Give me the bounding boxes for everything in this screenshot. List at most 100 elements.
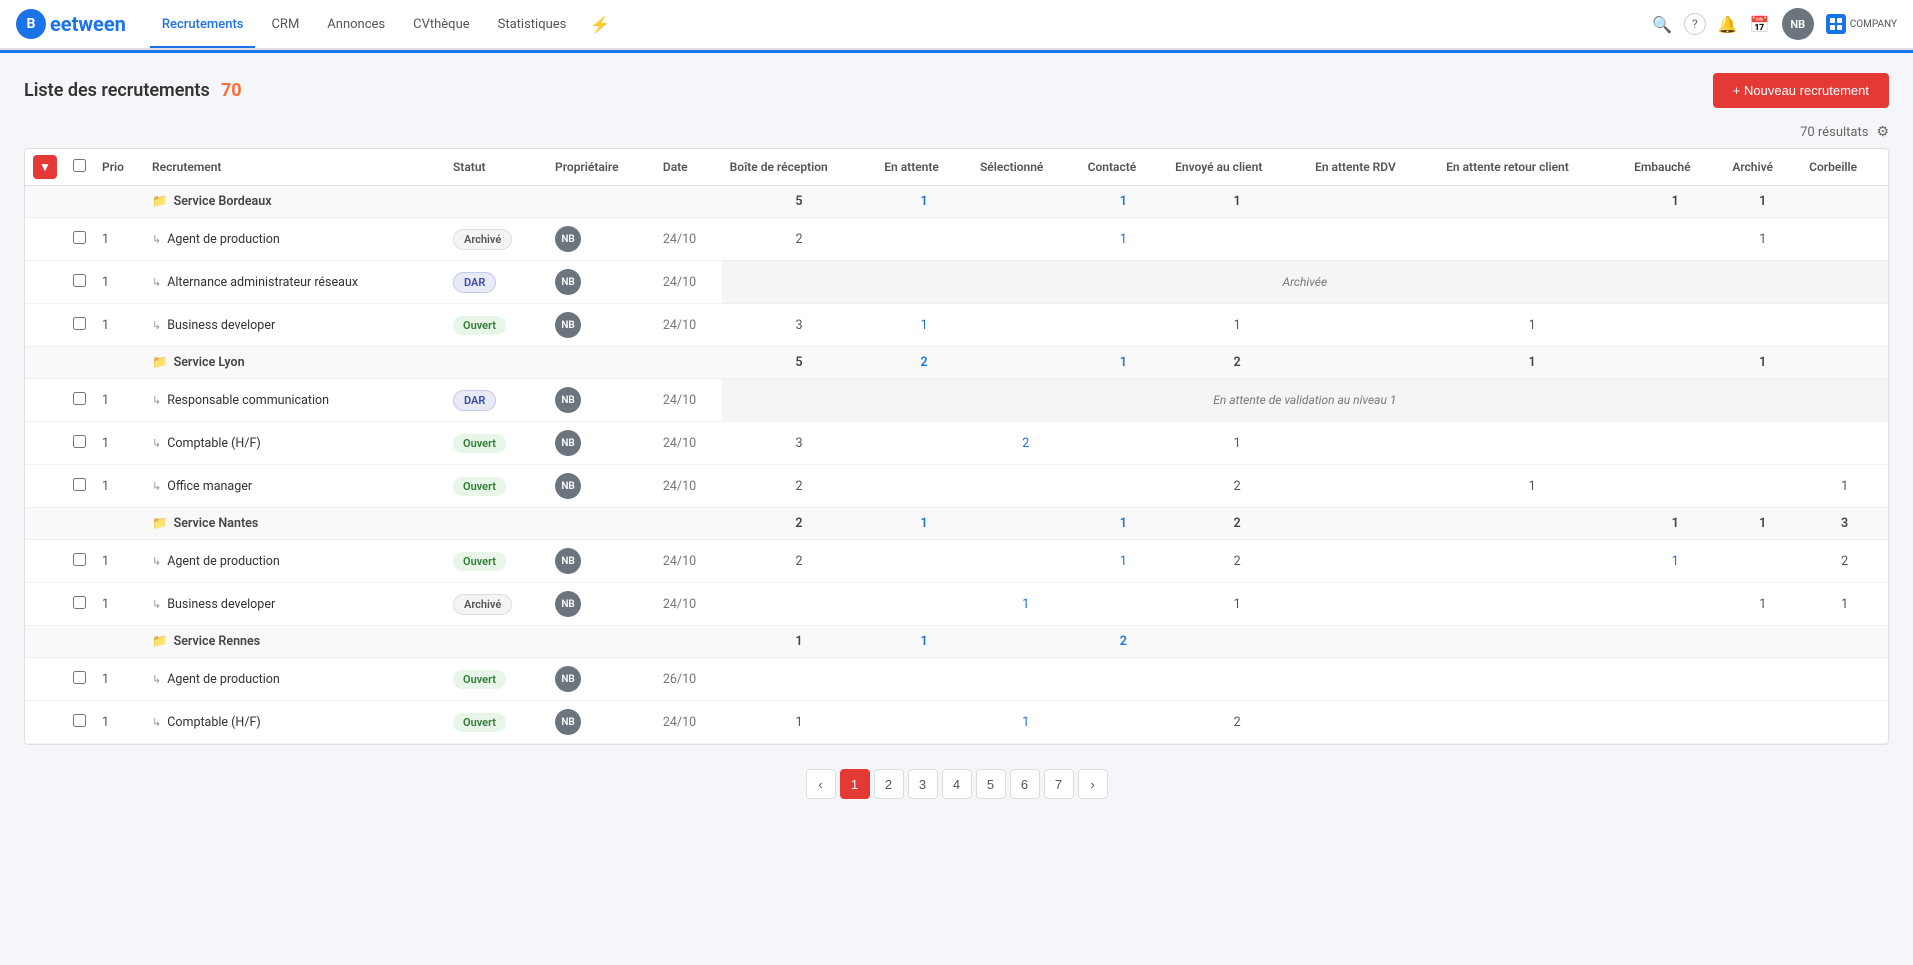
statut-cell: DAR xyxy=(445,261,547,304)
num-cell[interactable]: 1 xyxy=(1080,347,1168,379)
page-5-button[interactable]: 5 xyxy=(976,769,1006,799)
settings-icon[interactable]: ⚙ xyxy=(1876,124,1889,140)
num-cell xyxy=(1724,658,1801,701)
logo[interactable]: B eetween xyxy=(16,9,126,39)
num-cell[interactable]: 1 xyxy=(1080,540,1168,583)
date-cell: 24/10 xyxy=(655,261,722,304)
page-3-button[interactable]: 3 xyxy=(908,769,938,799)
recrutement-name-text[interactable]: Agent de production xyxy=(167,232,280,247)
filter-icon[interactable]: ▼ xyxy=(33,155,57,179)
main-nav: Recrutements CRM Annonces CVthèque Stati… xyxy=(150,3,1652,46)
num-cell xyxy=(1438,508,1626,540)
num-cell: 2 xyxy=(1167,465,1307,508)
status-badge[interactable]: Ouvert xyxy=(453,552,506,571)
recrutement-name-text[interactable]: Responsable communication xyxy=(167,393,329,408)
nav-recrutements[interactable]: Recrutements xyxy=(150,3,256,48)
group-name-text: Service Bordeaux xyxy=(174,194,272,209)
recrutement-name-text[interactable]: Agent de production xyxy=(167,672,280,687)
num-cell[interactable]: 1 xyxy=(876,304,972,347)
recrutement-name-text[interactable]: Business developer xyxy=(167,597,275,612)
prio-header: Prio xyxy=(94,149,144,186)
num-cell xyxy=(1626,347,1724,379)
bolt-icon[interactable]: ⚡ xyxy=(582,7,618,42)
user-avatar[interactable]: NB xyxy=(1782,8,1814,40)
num-cell xyxy=(1626,218,1724,261)
recrutement-name-text[interactable]: Agent de production xyxy=(167,554,280,569)
recrutement-name-text[interactable]: Alternance administrateur réseaux xyxy=(167,275,358,290)
nav-cvtheque[interactable]: CVthèque xyxy=(401,3,482,48)
row-checkbox[interactable] xyxy=(73,596,86,609)
prev-page-button[interactable]: ‹ xyxy=(806,769,836,799)
status-badge[interactable]: Ouvert xyxy=(453,316,506,335)
status-badge[interactable]: Ouvert xyxy=(453,434,506,453)
num-cell[interactable]: 1 xyxy=(972,583,1080,626)
recrutement-name-text[interactable]: Office manager xyxy=(167,479,252,494)
table-row: 1 ↳ Business developer Archivé NB 24/10 … xyxy=(25,583,1888,626)
num-cell[interactable]: 1 xyxy=(1080,218,1168,261)
page-7-button[interactable]: 7 xyxy=(1044,769,1074,799)
company-logo[interactable]: COMPANY xyxy=(1826,14,1897,34)
num-cell[interactable]: 1 xyxy=(876,186,972,218)
num-cell[interactable]: 1 xyxy=(1080,508,1168,540)
search-icon[interactable]: 🔍 xyxy=(1652,15,1672,34)
num-cell xyxy=(972,626,1080,658)
row-checkbox[interactable] xyxy=(73,478,86,491)
nav-statistiques[interactable]: Statistiques xyxy=(486,3,579,48)
status-badge[interactable]: Ouvert xyxy=(453,713,506,732)
help-icon[interactable]: ? xyxy=(1684,13,1706,35)
status-badge[interactable]: Archivé xyxy=(453,594,512,615)
page-6-button[interactable]: 6 xyxy=(1010,769,1040,799)
num-cell[interactable]: 2 xyxy=(876,347,972,379)
group-prio-cell xyxy=(94,626,144,658)
num-cell xyxy=(876,540,972,583)
num-cell[interactable]: 2 xyxy=(1080,626,1168,658)
num-cell xyxy=(876,658,972,701)
num-cell: 1 xyxy=(1801,583,1888,626)
row-checkbox[interactable] xyxy=(73,435,86,448)
row-checkbox[interactable] xyxy=(73,274,86,287)
status-badge[interactable]: Ouvert xyxy=(453,670,506,689)
num-cell: 1 xyxy=(1724,583,1801,626)
row-checkbox[interactable] xyxy=(73,231,86,244)
page-1-button[interactable]: 1 xyxy=(840,769,870,799)
select-all-checkbox[interactable] xyxy=(73,159,86,172)
next-page-button[interactable]: › xyxy=(1078,769,1108,799)
calendar-icon[interactable]: 📅 xyxy=(1750,15,1770,34)
status-badge[interactable]: DAR xyxy=(453,272,496,293)
num-cell[interactable]: 1 xyxy=(972,701,1080,744)
row-checkbox[interactable] xyxy=(73,317,86,330)
owner-cell: NB xyxy=(547,583,655,626)
date-cell: 24/10 xyxy=(655,379,722,422)
page-4-button[interactable]: 4 xyxy=(942,769,972,799)
owner-avatar: NB xyxy=(555,548,581,574)
row-checkbox[interactable] xyxy=(73,553,86,566)
status-badge[interactable]: Archivé xyxy=(453,229,512,250)
nav-crm[interactable]: CRM xyxy=(259,3,311,48)
page-2-button[interactable]: 2 xyxy=(874,769,904,799)
num-cell: 1 xyxy=(1724,508,1801,540)
num-cell xyxy=(1438,218,1626,261)
recrutement-name-text[interactable]: Comptable (H/F) xyxy=(167,436,261,451)
row-checkbox[interactable] xyxy=(73,714,86,727)
row-checkbox[interactable] xyxy=(73,671,86,684)
group-owner xyxy=(547,508,655,540)
num-cell xyxy=(1080,304,1168,347)
row-checkbox[interactable] xyxy=(73,392,86,405)
new-recrutement-button[interactable]: + Nouveau recrutement xyxy=(1713,73,1889,108)
status-badge[interactable]: Ouvert xyxy=(453,477,506,496)
num-cell[interactable]: 2 xyxy=(972,422,1080,465)
recrutement-name-text[interactable]: Comptable (H/F) xyxy=(167,715,261,730)
num-cell[interactable]: 1 xyxy=(876,508,972,540)
num-cell: 1 xyxy=(1438,304,1626,347)
num-cell xyxy=(1307,186,1438,218)
bell-icon[interactable]: 🔔 xyxy=(1718,15,1738,34)
num-cell: 1 xyxy=(1801,465,1888,508)
statut-cell: Ouvert xyxy=(445,701,547,744)
group-filter-cell xyxy=(25,508,65,540)
num-cell[interactable]: 1 xyxy=(876,626,972,658)
num-cell[interactable]: 1 xyxy=(1626,540,1724,583)
recrutement-name-text[interactable]: Business developer xyxy=(167,318,275,333)
nav-annonces[interactable]: Annonces xyxy=(315,3,397,48)
num-cell[interactable]: 1 xyxy=(1080,186,1168,218)
status-badge[interactable]: DAR xyxy=(453,390,496,411)
